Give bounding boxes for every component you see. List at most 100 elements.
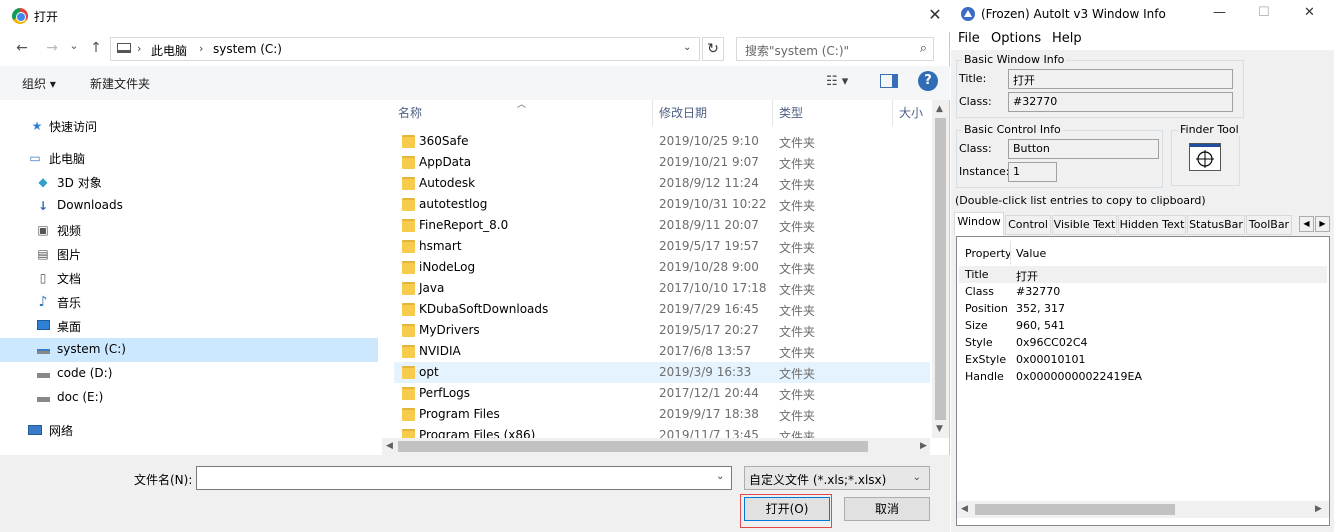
search-box[interactable]: 搜索"system (C:)" ⌕ (736, 37, 934, 61)
file-row[interactable]: Program Files 2019/9/17 18:38 文件夹 (394, 404, 930, 425)
new-folder-button[interactable]: 新建文件夹 (90, 75, 150, 92)
properties-scroll-thumb[interactable] (975, 504, 1175, 515)
tree-item-this-pc[interactable]: ▭ 此电脑 (0, 146, 378, 170)
tree-item-downloads[interactable]: ↓ Downloads (0, 194, 378, 218)
vertical-scroll-thumb[interactable] (935, 118, 946, 420)
property-column-header[interactable]: Property (965, 247, 1012, 260)
view-options-button[interactable]: ☷ ▾ (826, 74, 848, 89)
close-icon[interactable]: ✕ (924, 4, 946, 26)
file-row[interactable]: KDubaSoftDownloads 2019/7/29 16:45 文件夹 (394, 299, 930, 320)
file-row[interactable]: opt 2019/3/9 16:33 文件夹 (394, 362, 930, 383)
pc-icon (117, 43, 131, 53)
tree-item-videos[interactable]: ▣ 视频 (0, 218, 378, 242)
title-field[interactable]: 打开 (1008, 69, 1233, 89)
tree-item-music[interactable]: ♪ 音乐 (0, 290, 378, 314)
control-class-field[interactable]: Button (1008, 139, 1159, 159)
cancel-button[interactable]: 取消 (844, 497, 930, 521)
tab-scroll-left-icon[interactable]: ◀ (1299, 216, 1314, 232)
column-header-name[interactable]: 名称 (398, 104, 422, 121)
tab-control[interactable]: Control (1005, 215, 1051, 235)
tree-item-3d-objects[interactable]: ◆ 3D 对象 (0, 170, 378, 194)
file-type-filter-select[interactable]: 自定义文件 (*.xls;*.xlsx) ⌄ (744, 466, 930, 490)
tree-item-system-c[interactable]: system (C:) (0, 338, 378, 362)
file-row[interactable]: AppData 2019/10/21 9:07 文件夹 (394, 152, 930, 173)
scroll-left-arrow-icon[interactable]: ◀ (961, 504, 968, 514)
close-icon[interactable]: ✕ (1304, 5, 1315, 20)
tab-window[interactable]: Window (954, 212, 1004, 236)
column-header-date[interactable]: 修改日期 (659, 104, 707, 121)
organize-button[interactable]: 组织 ▾ (22, 75, 56, 92)
recent-locations-chevron-icon[interactable]: ⌄ (64, 36, 84, 56)
value-column-header[interactable]: Value (1016, 247, 1046, 260)
menu-help[interactable]: Help (1052, 31, 1082, 46)
instance-field[interactable]: 1 (1008, 162, 1057, 182)
breadcrumb-this-pc[interactable]: 此电脑 (151, 42, 187, 59)
file-type: 文件夹 (779, 430, 816, 438)
property-row[interactable]: Handle 0x00000000022419EA (959, 368, 1327, 385)
column-header-size[interactable]: 大小 (899, 104, 923, 121)
tab-scroll-right-icon[interactable]: ▶ (1315, 216, 1330, 232)
file-row[interactable]: NVIDIA 2017/6/8 13:57 文件夹 (394, 341, 930, 362)
back-arrow-icon[interactable]: ← (12, 38, 32, 58)
scroll-down-arrow-icon[interactable]: ▼ (936, 424, 943, 434)
finder-tool-crosshair-icon[interactable] (1189, 143, 1221, 171)
property-row[interactable]: ExStyle 0x00010101 (959, 351, 1327, 368)
refresh-icon[interactable]: ↻ (702, 37, 724, 61)
open-button[interactable]: 打开(O) (744, 497, 830, 521)
column-divider[interactable] (772, 100, 773, 126)
breadcrumb-current[interactable]: system (C:) (213, 42, 282, 56)
file-row[interactable]: 360Safe 2019/10/25 9:10 文件夹 (394, 131, 930, 152)
file-row[interactable]: MyDrivers 2019/5/17 20:27 文件夹 (394, 320, 930, 341)
address-bar[interactable]: › 此电脑 › system (C:) ⌄ (110, 37, 700, 61)
preview-pane-icon[interactable] (880, 74, 898, 88)
forward-arrow-icon[interactable]: → (42, 38, 62, 58)
maximize-icon[interactable]: ☐ (1258, 5, 1270, 20)
menu-options[interactable]: Options (991, 31, 1041, 46)
file-row[interactable]: FineReport_8.0 2018/9/11 20:07 文件夹 (394, 215, 930, 236)
tree-item-documents[interactable]: ▯ 文档 (0, 266, 378, 290)
property-row[interactable]: Title 打开 (959, 266, 1327, 283)
tree-item-quick-access[interactable]: ★ 快速访问 (0, 114, 378, 138)
file-row[interactable]: autotestlog 2019/10/31 10:22 文件夹 (394, 194, 930, 215)
column-divider[interactable] (652, 100, 653, 126)
property-row[interactable]: Class #32770 (959, 283, 1327, 300)
scroll-up-arrow-icon[interactable]: ▲ (936, 104, 943, 114)
tab-statusbar[interactable]: StatusBar (1187, 215, 1245, 235)
file-row[interactable]: iNodeLog 2019/10/28 9:00 文件夹 (394, 257, 930, 278)
file-row[interactable]: hsmart 2019/5/17 19:57 文件夹 (394, 236, 930, 257)
search-icon[interactable]: ⌕ (920, 41, 927, 56)
tree-item-desktop[interactable]: 桌面 (0, 314, 378, 338)
up-arrow-icon[interactable]: ↑ (86, 38, 106, 58)
file-row[interactable]: Java 2017/10/10 17:18 文件夹 (394, 278, 930, 299)
column-divider[interactable] (1010, 241, 1011, 265)
tab-visible-text[interactable]: Visible Text (1052, 215, 1117, 235)
horizontal-scroll-thumb[interactable] (398, 441, 868, 452)
property-row[interactable]: Position 352, 317 (959, 300, 1327, 317)
tree-item-network[interactable]: 网络 (0, 418, 378, 442)
address-dropdown-chevron-icon[interactable]: ⌄ (683, 42, 691, 53)
property-row[interactable]: Size 960, 541 (959, 317, 1327, 334)
class-field[interactable]: #32770 (1008, 92, 1233, 112)
tree-item-code-d[interactable]: code (D:) (0, 362, 378, 386)
property-row[interactable]: Style 0x96CC02C4 (959, 334, 1327, 351)
tab-toolbar[interactable]: ToolBar (1246, 215, 1292, 235)
column-header-type[interactable]: 类型 (779, 104, 803, 121)
file-row[interactable]: PerfLogs 2017/12/1 20:44 文件夹 (394, 383, 930, 404)
tab-hidden-text[interactable]: Hidden Text (1118, 215, 1186, 235)
file-row[interactable]: Autodesk 2018/9/12 11:24 文件夹 (394, 173, 930, 194)
scroll-right-arrow-icon[interactable]: ▶ (1315, 504, 1322, 514)
filename-dropdown-chevron-icon[interactable]: ⌄ (716, 471, 724, 482)
scroll-left-arrow-icon[interactable]: ◀ (386, 441, 393, 451)
tree-item-doc-e[interactable]: doc (E:) (0, 386, 378, 410)
help-icon[interactable]: ? (918, 71, 938, 91)
property-value: 打开 (1016, 270, 1038, 283)
filename-input[interactable] (196, 466, 732, 490)
file-row[interactable]: Program Files (x86) 2019/11/7 13:45 文件夹 (394, 425, 930, 438)
menu-file[interactable]: File (958, 31, 980, 46)
scroll-right-arrow-icon[interactable]: ▶ (920, 441, 927, 451)
minimize-icon[interactable]: — (1213, 5, 1226, 20)
folder-icon (402, 282, 415, 295)
column-divider[interactable] (892, 100, 893, 126)
file-type-filter-value: 自定义文件 (*.xls;*.xlsx) (749, 473, 887, 487)
tree-item-pictures[interactable]: ▤ 图片 (0, 242, 378, 266)
